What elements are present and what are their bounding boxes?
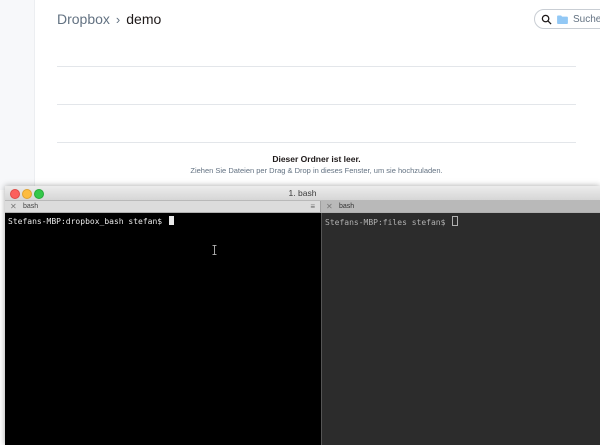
shell-prompt: Stefans-MBP:files stefan$	[325, 218, 451, 227]
terminal-window-title: 1. bash	[288, 188, 317, 198]
menu-icon[interactable]: ≡	[310, 202, 315, 211]
search-icon	[541, 14, 552, 25]
breadcrumb-current-folder: demo	[126, 11, 162, 27]
shell-prompt: Stefans-MBP:dropbox_bash stefan$	[8, 217, 167, 226]
search-placeholder: Suchen	[573, 13, 600, 25]
terminal-pane-right[interactable]: Stefans-MBP:files stefan$	[321, 213, 600, 445]
folder-icon	[557, 14, 568, 24]
text-cursor	[168, 216, 174, 225]
tab-bash-left[interactable]: ✕ bash ≡	[5, 201, 320, 213]
ibeam-cursor-icon	[212, 245, 217, 255]
close-icon[interactable]: ✕	[326, 202, 333, 211]
terminal-pane-left[interactable]: Stefans-MBP:dropbox_bash stefan$	[5, 213, 320, 445]
terminal-titlebar[interactable]: 1. bash	[5, 186, 600, 201]
divider	[57, 104, 576, 105]
dropbox-sidebar	[0, 0, 35, 190]
breadcrumb-separator: ›	[115, 11, 121, 27]
tab-label: bash	[23, 202, 39, 210]
terminal-window[interactable]: 1. bash ✕ bash ≡ ✕ bash Stefans-MBP:drop…	[5, 186, 600, 445]
empty-folder-title: Dieser Ordner ist leer.	[272, 154, 361, 164]
divider	[57, 66, 576, 67]
tab-bash-right[interactable]: ✕ bash	[320, 201, 600, 213]
divider	[57, 142, 576, 143]
breadcrumb: Dropbox › demo	[57, 11, 161, 27]
tab-label: bash	[339, 202, 355, 210]
text-cursor	[452, 216, 459, 226]
breadcrumb-root-link[interactable]: Dropbox	[57, 11, 110, 27]
empty-folder-subtitle: Ziehen Sie Dateien per Drag & Drop in di…	[190, 166, 443, 175]
close-icon[interactable]: ✕	[10, 202, 17, 211]
shell-prompt-line: Stefans-MBP:files stefan$	[325, 216, 459, 227]
search-input[interactable]: Suchen	[534, 9, 600, 29]
shell-prompt-line: Stefans-MBP:dropbox_bash stefan$	[8, 216, 174, 226]
